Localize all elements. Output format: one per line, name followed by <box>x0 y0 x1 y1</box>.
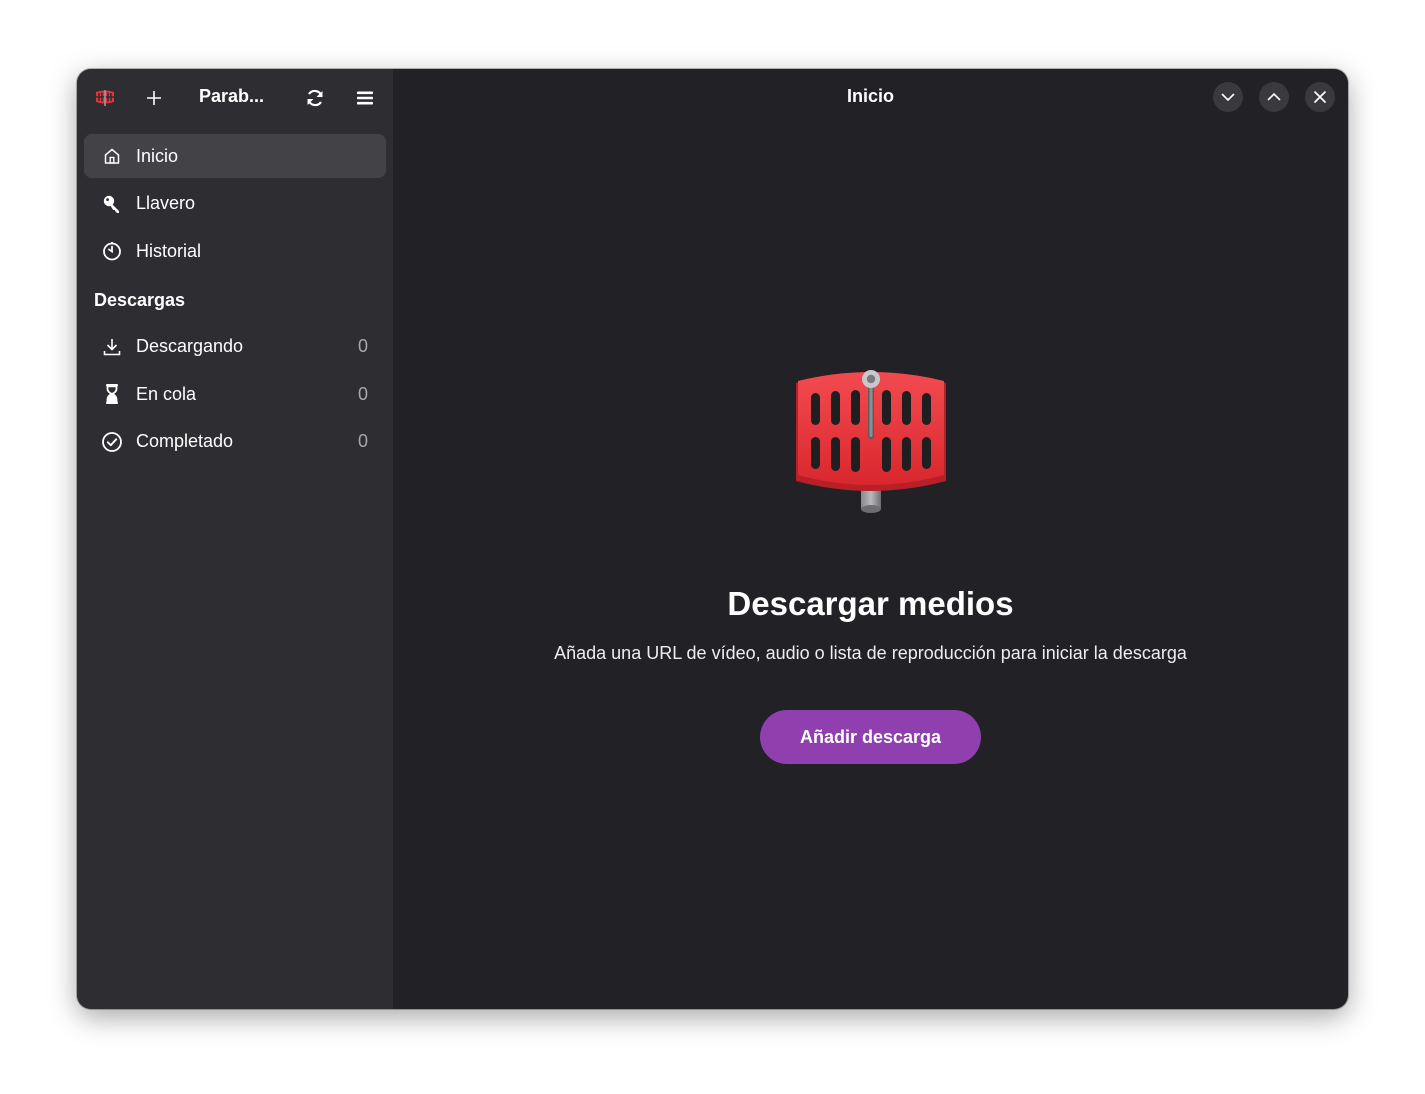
plus-icon <box>147 91 161 105</box>
app-window: Parab... Inicio Llavero Historial Descar… <box>77 69 1348 1009</box>
add-button[interactable] <box>137 81 171 115</box>
download-icon <box>101 336 123 358</box>
maximize-button[interactable] <box>1259 82 1289 112</box>
status-description: Añada una URL de vídeo, audio o lista de… <box>554 643 1187 663</box>
key-icon <box>101 193 123 215</box>
sidebar-item-label: Completado <box>136 431 234 451</box>
sidebar-item-descargando[interactable]: Descargando 0 <box>84 325 386 369</box>
sidebar-item-en-cola[interactable]: En cola 0 <box>84 372 386 416</box>
refresh-icon <box>307 89 323 107</box>
home-icon <box>101 145 123 167</box>
completed-count: 0 <box>357 431 368 451</box>
status-title: Descargar medios <box>727 585 1014 622</box>
app-logo-large-icon <box>795 370 946 513</box>
chevron-up-icon <box>1267 92 1281 101</box>
close-button[interactable] <box>1305 82 1335 112</box>
page-title: Inicio <box>846 86 894 106</box>
sidebar-item-label: En cola <box>136 383 197 404</box>
add-download-button[interactable]: Añadir descarga <box>759 710 982 764</box>
sidebar-item-inicio[interactable]: Inicio <box>84 134 386 178</box>
sidebar-item-label: Descargando <box>136 336 244 356</box>
close-icon <box>1314 91 1326 103</box>
queued-count: 0 <box>357 383 368 404</box>
downloads-section-title: Descargas <box>94 290 186 310</box>
sidebar-item-label: Inicio <box>136 145 179 166</box>
sidebar-item-label: Llavero <box>136 193 196 213</box>
sidebar: Parab... Inicio Llavero Historial Descar… <box>77 69 393 1009</box>
minimize-button[interactable] <box>1213 82 1243 112</box>
empty-status-page: Descargar medios Añada una URL de vídeo,… <box>393 369 1348 764</box>
clock-icon <box>101 240 123 262</box>
sidebar-nav: Inicio Llavero Historial Descargas Desca… <box>84 134 386 467</box>
sidebar-title: Parab... <box>199 86 265 106</box>
sidebar-item-historial[interactable]: Historial <box>84 229 386 273</box>
refresh-button[interactable] <box>298 81 332 115</box>
main-content: Inicio Descargar medios Añada una URL de… <box>393 69 1348 1009</box>
sidebar-item-completado[interactable]: Completado 0 <box>84 420 386 464</box>
sidebar-header: Parab... <box>77 69 393 125</box>
sidebar-item-llavero[interactable]: Llavero <box>84 182 386 226</box>
chevron-down-icon <box>1221 93 1235 102</box>
hourglass-icon <box>101 383 123 405</box>
sidebar-item-label: Historial <box>136 240 202 261</box>
app-logo-icon <box>88 81 122 115</box>
downloading-count: 0 <box>357 336 368 356</box>
hamburger-menu-icon <box>357 91 373 105</box>
main-menu-button[interactable] <box>348 81 382 115</box>
check-circle-icon <box>101 431 123 453</box>
